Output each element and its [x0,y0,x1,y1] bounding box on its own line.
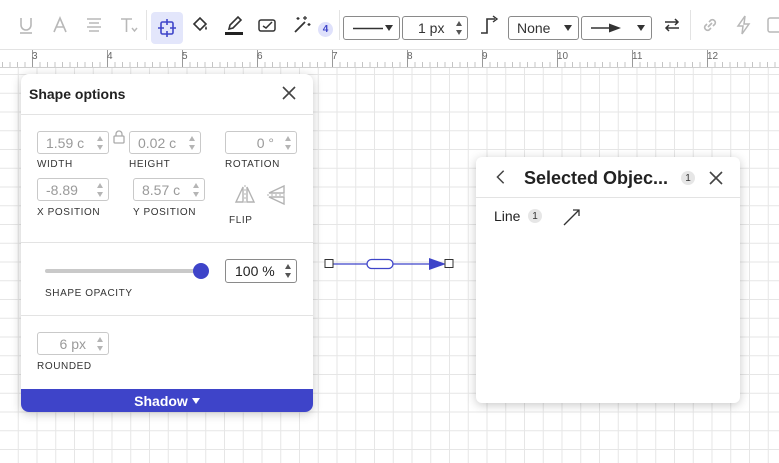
select-tool-icon[interactable] [151,12,183,44]
stepper-icon[interactable] [97,136,104,150]
opacity-slider-track[interactable] [45,269,203,273]
rotation-value: 0 ° [256,134,274,151]
toolbar-divider [146,10,147,40]
text-color-icon[interactable] [48,13,72,37]
shadow-button[interactable]: Shadow [21,389,313,412]
toolbar-divider [690,10,691,40]
elbow-connector-icon[interactable] [477,13,501,37]
lightning-icon[interactable] [732,13,756,37]
chevron-down-icon [385,25,393,31]
ruler-label: 9 [482,51,488,62]
ruler-label: 10 [557,51,569,62]
close-icon[interactable] [708,170,724,186]
shape-options-panel: Shape options 1.59 c 0.02 c 0 ° WIDTH HE… [21,74,313,412]
start-arrow-value: None [517,20,551,36]
rounded-value: 6 px [59,335,86,352]
text-options-icon[interactable] [116,13,140,37]
stepper-icon[interactable] [193,183,200,197]
rounded-label: ROUNDED [37,361,92,372]
stepper-icon[interactable] [456,21,463,35]
opacity-label: SHAPE OPACITY [45,288,133,299]
arrow-end-icon [591,23,621,33]
y-position-value: 8.57 c [142,181,181,198]
rotation-label: ROTATION [225,159,280,170]
divider [21,114,313,115]
selection-count-badge: 1 [681,171,695,185]
y-position-input[interactable]: 8.57 c [133,178,205,201]
height-label: HEIGHT [129,159,171,170]
opacity-slider-thumb[interactable] [193,263,209,279]
ruler-label: 5 [182,51,188,62]
y-position-label: Y POSITION [133,207,197,218]
arrow-line-icon[interactable] [561,206,583,228]
height-value: 0.02 c [138,134,177,151]
flip-label: FLIP [229,215,253,226]
selected-line-shape[interactable] [322,256,458,272]
width-label: WIDTH [37,159,73,170]
toolbar: 4 1 px None [0,0,779,50]
opacity-input[interactable]: 100 % [225,259,297,283]
panel-title: Selected Objec... [524,168,669,188]
close-icon[interactable] [281,85,297,101]
swap-arrows-icon[interactable] [660,13,684,37]
divider [476,197,740,198]
x-position-label: X POSITION [37,207,101,218]
ruler-label: 4 [107,51,113,62]
opacity-value: 100 % [235,263,275,279]
stepper-icon[interactable] [97,337,104,351]
ruler-label: 11 [632,51,643,62]
link-icon[interactable] [698,13,722,37]
x-position-value: -8.89 [46,181,78,198]
format-shape-icon[interactable] [255,13,279,37]
stepper-icon[interactable] [285,264,292,278]
chevron-down-icon [637,25,645,31]
divider [21,315,313,316]
selected-objects-panel: Selected Objec... 1 Line 1 [476,157,740,403]
ruler-label: 6 [257,51,263,62]
chevron-down-icon [564,25,572,31]
end-arrow-dropdown[interactable] [581,16,652,40]
x-position-input[interactable]: -8.89 [37,178,109,201]
more-options-icon[interactable] [764,13,779,37]
rotation-input[interactable]: 0 ° [225,131,297,154]
rounded-input[interactable]: 6 px [37,332,109,355]
width-value: 1.59 c [46,134,85,151]
back-icon[interactable] [493,169,509,187]
solid-line-icon [353,27,383,30]
shadow-label: Shadow [134,392,188,409]
chevron-down-icon [191,397,200,404]
align-text-icon[interactable] [82,13,106,37]
lock-icon[interactable] [112,130,126,144]
stepper-icon[interactable] [189,136,196,150]
line-width-input[interactable]: 1 px [402,16,468,40]
fill-bucket-icon[interactable] [188,13,212,37]
line-style-dropdown[interactable] [343,16,400,40]
ruler-label: 3 [32,51,38,62]
panel-title: Shape options [29,86,126,102]
width-input[interactable]: 1.59 c [37,131,109,154]
ruler-label: 12 [707,51,719,62]
start-arrow-dropdown[interactable]: None [508,16,579,40]
selected-item-label[interactable]: Line [494,208,520,224]
ruler-label: 7 [332,51,338,62]
flip-vertical-icon[interactable] [266,184,288,206]
height-input[interactable]: 0.02 c [129,131,201,154]
toolbar-divider [339,10,340,40]
divider [21,242,313,243]
stepper-icon[interactable] [97,183,104,197]
stepper-icon[interactable] [285,136,292,150]
ruler-label: 8 [407,51,413,62]
horizontal-ruler: 3 4 5 6 7 8 9 10 11 12 [0,50,779,68]
line-width-value: 1 px [418,20,445,36]
line-color-icon[interactable] [222,13,246,37]
magic-wand-icon[interactable] [289,13,313,37]
item-count-badge: 1 [528,209,542,223]
flip-horizontal-icon[interactable] [234,184,256,206]
underline-icon[interactable] [14,13,38,37]
ai-count-badge: 4 [318,22,333,37]
